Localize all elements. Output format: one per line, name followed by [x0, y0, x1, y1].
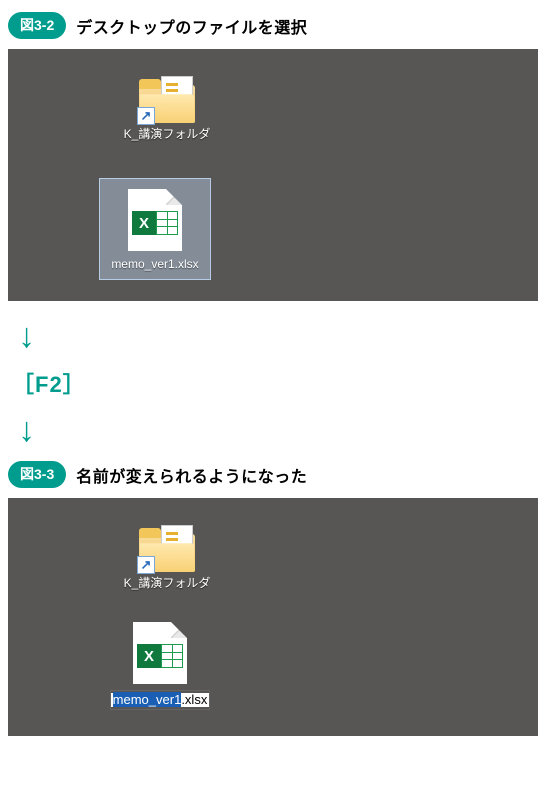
excel-file-item-renaming[interactable]: X memo_ver1.xlsx	[100, 616, 220, 716]
figure-a-header: 図3-2 デスクトップのファイルを選択	[8, 12, 538, 39]
rename-selected-text: memo_ver1	[113, 692, 182, 707]
excel-file-icon: X	[133, 622, 187, 684]
figure-b-pill: 図3-3	[8, 461, 66, 488]
figure-b-header: 図3-3 名前が変えられるようになった	[8, 461, 538, 488]
flow-arrow-1: ↓ ［F2］ ↓	[12, 319, 538, 447]
folder-item[interactable]: ↗ K_講演フォルダ	[107, 528, 227, 590]
f2-key: ［F2］	[12, 367, 86, 399]
down-arrow-icon: ↓	[18, 319, 538, 353]
shortcut-overlay-icon: ↗	[137, 107, 155, 125]
figure-a-pill: 図3-2	[8, 12, 66, 39]
folder-shortcut-icon: ↗	[139, 79, 195, 123]
excel-grid-icon	[156, 211, 178, 235]
excel-x-badge: X	[137, 644, 161, 668]
excel-grid-icon	[161, 644, 183, 668]
down-arrow-icon: ↓	[18, 413, 538, 447]
shortcut-overlay-icon: ↗	[137, 556, 155, 574]
excel-file-item-selected[interactable]: X memo_ver1.xlsx	[100, 179, 210, 279]
excel-file-icon: X	[128, 189, 182, 251]
folder-item[interactable]: ↗ K_講演フォルダ	[107, 79, 227, 141]
filename-rename-input[interactable]: memo_ver1.xlsx	[110, 690, 211, 710]
desktop-screenshot-b: ↗ K_講演フォルダ X memo_ver1.xlsx	[8, 498, 538, 736]
folder-label: K_講演フォルダ	[107, 127, 227, 141]
desktop-screenshot-a: ↗ K_講演フォルダ X memo_ver1.xlsx	[8, 49, 538, 301]
excel-x-badge: X	[132, 211, 156, 235]
excel-file-label: memo_ver1.xlsx	[104, 257, 206, 271]
figure-a-caption: デスクトップのファイルを選択	[76, 14, 307, 38]
rename-extension-text: .xlsx	[181, 692, 207, 707]
figure-b-caption: 名前が変えられるようになった	[76, 463, 307, 487]
folder-label: K_講演フォルダ	[107, 576, 227, 590]
folder-shortcut-icon: ↗	[139, 528, 195, 572]
